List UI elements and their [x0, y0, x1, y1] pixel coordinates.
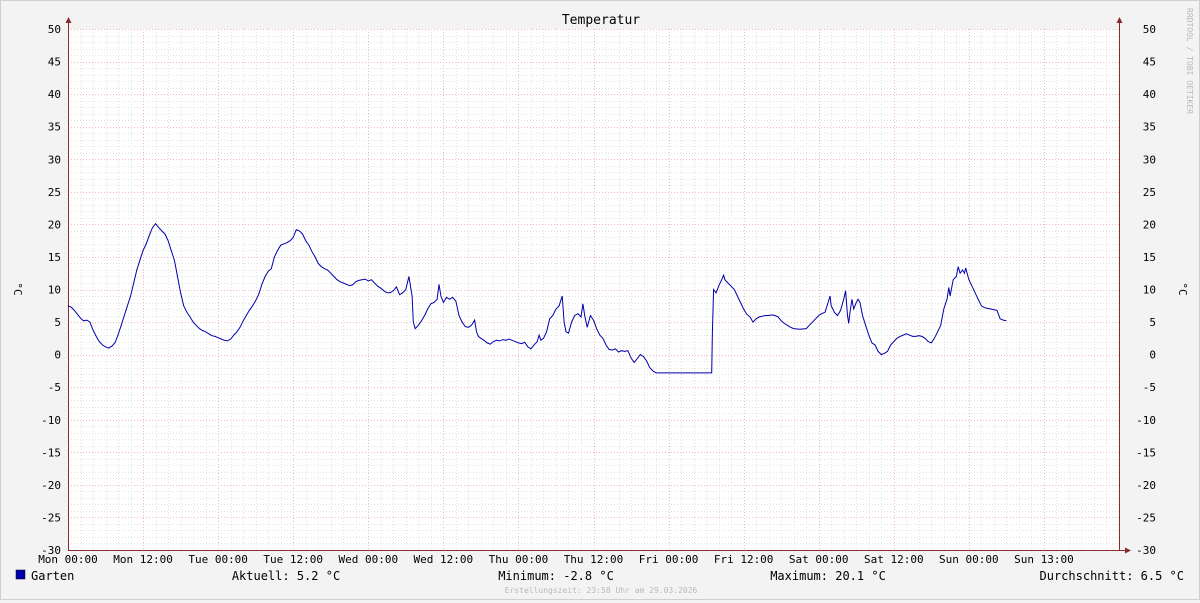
x-tick-label: Tue 12:00	[263, 553, 323, 566]
y-axis-label-left: °C	[11, 282, 24, 295]
y-tick-label-left: 0	[54, 349, 61, 362]
x-tick-label: Mon 12:00	[113, 553, 173, 566]
x-tick-label: Fri 00:00	[639, 553, 699, 566]
y-tick-label-right: -30	[1136, 544, 1156, 557]
y-tick-label-left: -10	[41, 414, 61, 427]
legend-swatch-garten	[15, 569, 26, 580]
y-axis-arrow-right	[1116, 17, 1123, 23]
x-tick-label: Fri 12:00	[714, 553, 774, 566]
y-tick-label-right: 15	[1143, 251, 1156, 264]
y-tick-label-left: 20	[48, 218, 61, 231]
x-tick-label: Tue 00:00	[188, 553, 248, 566]
y-tick-label-left: -20	[41, 479, 61, 492]
y-tick-label-right: 50	[1143, 23, 1156, 36]
x-tick-label: Wed 12:00	[414, 553, 474, 566]
x-tick-label: Sun 00:00	[939, 553, 999, 566]
y-tick-label-left: 15	[48, 251, 61, 264]
chart-title: Temperatur	[562, 13, 640, 28]
y-tick-label-left: 50	[48, 23, 61, 36]
watermark: RRDTOOL / TOBI OETIKER	[1185, 8, 1194, 114]
x-tick-label: Wed 00:00	[338, 553, 398, 566]
legend-minimum: Minimum: -2.8 °C	[498, 569, 614, 583]
x-tick-label: Sat 12:00	[864, 553, 924, 566]
y-tick-label-right: -25	[1136, 511, 1156, 524]
y-tick-label-right: -5	[1143, 381, 1156, 394]
legend-series-name: Garten	[31, 569, 74, 583]
y-tick-label-left: 10	[48, 284, 61, 297]
x-tick-label: Sun 13:00	[1014, 553, 1074, 566]
y-tick-label-left: -25	[41, 511, 61, 524]
legend-maximum: Maximum: 20.1 °C	[770, 569, 886, 583]
temperature-chart: -30-25-20-15-10-505101520253035404550 -3…	[11, 8, 1194, 595]
y-tick-label-left: 35	[48, 121, 61, 134]
x-tick-label: Thu 00:00	[489, 553, 549, 566]
y-tick-label-right: 30	[1143, 153, 1156, 166]
y-tick-label-right: 5	[1149, 316, 1156, 329]
y-tick-label-right: -10	[1136, 414, 1156, 427]
y-tick-label-right: 10	[1143, 284, 1156, 297]
y-tick-label-left: -15	[41, 446, 61, 459]
y-tick-label-left: 45	[48, 56, 61, 69]
y-tick-label-left: 40	[48, 88, 61, 101]
y-tick-label-left: 25	[48, 186, 61, 199]
x-axis-arrow	[1125, 547, 1131, 554]
y-tick-label-right: 35	[1143, 121, 1156, 134]
y-tick-label-right: 45	[1143, 56, 1156, 69]
y-tick-label-right: 40	[1143, 88, 1156, 101]
y-tick-label-right: 20	[1143, 218, 1156, 231]
x-tick-labels: Mon 00:00 Mon 12:00 Tue 00:00 Tue 12:00 Wed …	[38, 553, 1074, 566]
x-tick-label: Mon 00:00	[38, 553, 98, 566]
y-tick-label-right: 0	[1149, 349, 1156, 362]
y-tick-label-right: 25	[1143, 186, 1156, 199]
y-tick-label-left: 30	[48, 153, 61, 166]
x-tick-label: Sat 00:00	[789, 553, 849, 566]
y-tick-labels-right: -30 -25 -20 -15 -10 -5 0 5 10 15 20 25 30 35 40 45 50	[1136, 23, 1156, 557]
legend-durchschnitt: Durchschnitt: 6.5 °C	[1040, 569, 1185, 583]
y-axis-arrow-left	[65, 17, 72, 23]
y-tick-labels-left: -30-25-20-15-10-505101520253035404550	[41, 23, 61, 557]
y-tick-label-left: 5	[54, 316, 61, 329]
y-tick-label-left: -5	[48, 381, 61, 394]
y-tick-label-right: -20	[1136, 479, 1156, 492]
legend-aktuell: Aktuell: 5.2 °C	[232, 569, 340, 583]
y-axis-label-right: °C	[1176, 282, 1189, 295]
footer-timestamp: Erstellungszeit: 23:58 Uhr am 29.03.2026	[505, 586, 698, 595]
chart-frame: -30 -25 -20 -15 -10 -5 0 5 10 15 20 25 30 35 40 45 50 -3…	[0, 0, 1200, 600]
x-tick-label: Thu 12:00	[564, 553, 624, 566]
y-tick-label-right: -15	[1136, 446, 1156, 459]
